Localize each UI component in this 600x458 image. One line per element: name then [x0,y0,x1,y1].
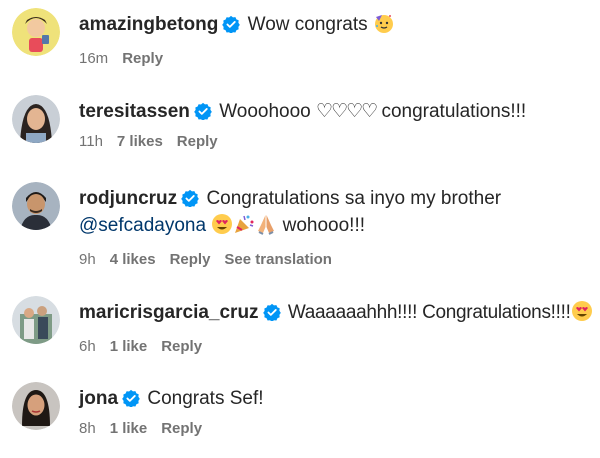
verified-badge-icon [222,15,241,33]
reply-button[interactable]: Reply [161,338,202,355]
comment-username[interactable]: maricrisgarcia_cruz [79,302,259,323]
comment-text: Congratulations sa inyo my brother [206,188,502,209]
comment-feed: amazingbetong Wow congrats 16mReply ter [0,0,600,458]
comment-text: Wow congrats [247,14,368,35]
see-translation-link[interactable]: See translation [224,251,332,268]
comment-text: congratulations!!! [376,101,527,122]
heart-outline-icon: ♡♡♡♡ [316,101,378,122]
comment-timestamp: 11h [79,133,103,150]
heart-eyes-face-icon [211,213,233,243]
reply-button[interactable]: Reply [161,420,202,437]
avatar-image [12,382,60,430]
likes-count[interactable]: 1 like [110,420,148,437]
comment-timestamp: 9h [79,251,96,268]
comment-username[interactable]: rodjuncruz [79,188,177,209]
verified-badge-icon [122,389,140,407]
comment-username[interactable]: jona [79,388,118,409]
reply-button[interactable]: Reply [122,50,163,67]
heart-eyes-face-icon [571,300,593,330]
folded-hands-icon [255,213,277,243]
avatar-image [12,296,60,344]
comment-timestamp: 16m [79,50,109,67]
comment-meta: 16m Reply [79,49,590,69]
avatar-image [12,95,60,143]
mention-link[interactable]: @sefcadayona [79,215,206,236]
verified-badge-icon [262,303,281,321]
partying-face-icon [373,12,395,42]
avatar[interactable] [12,182,60,230]
likes-count[interactable]: 4 likes [110,251,156,268]
comment-timestamp: 6h [79,338,96,355]
comment-text: Wooohooo [219,101,317,122]
verified-badge-icon [194,102,212,120]
comment-username[interactable]: teresitassen [79,101,190,122]
comment-timestamp: 8h [79,420,96,437]
party-popper-icon [233,213,255,243]
avatar[interactable] [12,8,60,56]
avatar-image [12,182,60,230]
likes-count[interactable]: 1 like [110,338,148,355]
comment-meta: 8h 1 like Reply [79,419,590,439]
comment-text: wohooo!!! [282,215,366,236]
likes-count[interactable]: 7 likes [117,133,163,150]
comment-username[interactable]: amazingbetong [79,14,218,35]
comment-meta: 9h 4 likes Reply See translation [79,250,590,270]
avatar[interactable] [12,95,60,143]
verified-badge-icon [181,189,199,207]
reply-button[interactable]: Reply [177,133,218,150]
reply-button[interactable]: Reply [170,251,211,268]
comment-meta: 6h 1 like Reply [79,337,590,357]
comment-text: Congrats Sef! [147,388,264,409]
avatar-image [12,8,60,56]
comment-meta: 11h 7 likes Reply [79,132,590,152]
comment-text: Waaaaaahhh!!!! Congratulations!!!! [287,302,571,323]
avatar[interactable] [12,296,60,344]
avatar[interactable] [12,382,60,430]
